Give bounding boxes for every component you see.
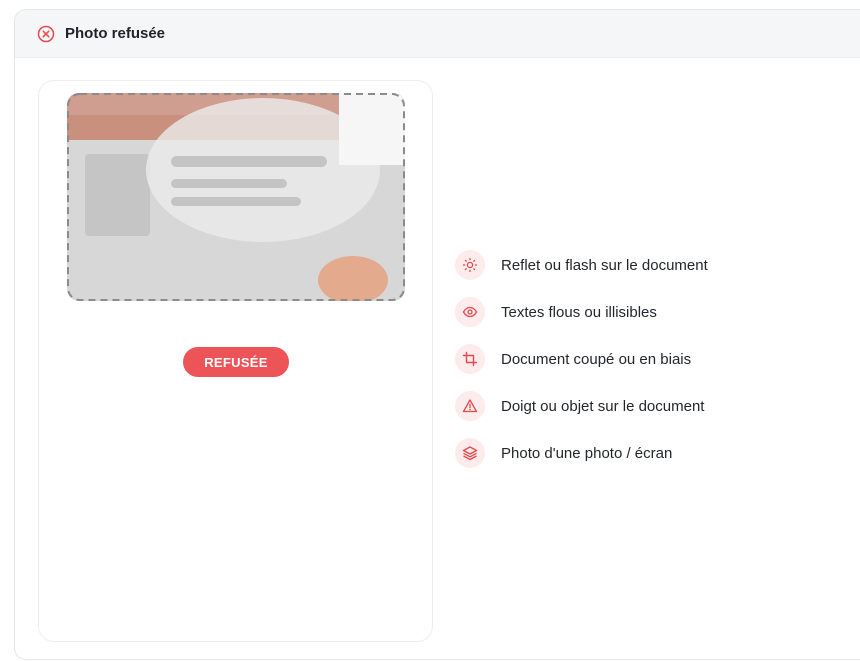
rejection-panel: Photo refusée REFUSÉE Reflet ou flash su… [14,9,860,660]
layers-icon [455,438,485,468]
document-illustration [67,93,407,303]
eye-icon [455,297,485,327]
list-item: Photo d'une photo / écran [455,438,708,468]
sun-glare-icon [455,250,485,280]
status-badge: REFUSÉE [183,347,289,377]
page-title: Photo refusée [65,25,166,42]
list-item: Doigt ou objet sur le document [455,391,708,421]
reason-label: Reflet ou flash sur le document [501,256,708,274]
list-item: Document coupé ou en biais [455,344,708,374]
reason-label: Doigt ou objet sur le document [501,397,705,415]
warning-triangle-icon [455,391,485,421]
list-item: Reflet ou flash sur le document [455,250,708,280]
reason-label: Document coupé ou en biais [501,350,692,368]
crop-icon [455,344,485,374]
reason-label: Photo d'une photo / écran [501,444,673,462]
list-item: Textes flous ou illisibles [455,297,708,327]
reason-label: Textes flous ou illisibles [501,303,657,321]
panel-header: Photo refusée [15,10,860,58]
document-preview-card: REFUSÉE [38,80,433,642]
rejection-reasons-list: Reflet ou flash sur le document Textes f… [455,250,708,485]
circle-x-icon [37,25,55,43]
